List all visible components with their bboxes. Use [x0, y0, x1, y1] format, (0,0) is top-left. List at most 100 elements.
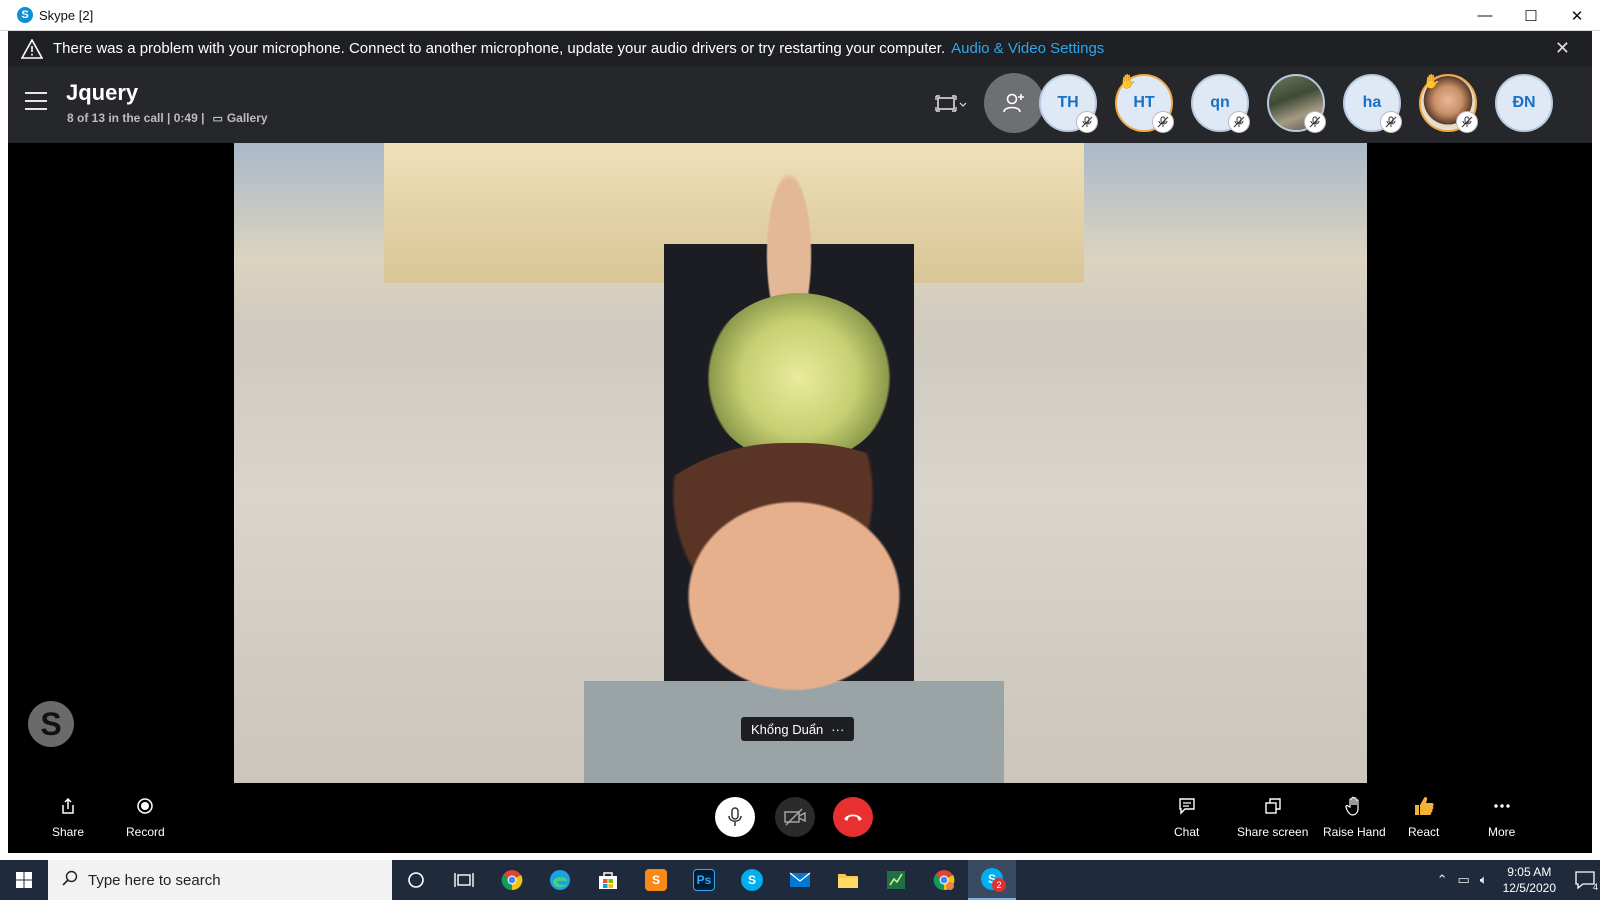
speaker-name-tag[interactable]: Khổng Duẩn ···	[741, 717, 855, 741]
add-person-icon	[1003, 93, 1024, 113]
share-screen-label: Share screen	[1237, 825, 1309, 839]
chrome-icon[interactable]	[488, 860, 536, 900]
window-controls: — ☐ ✕	[1462, 0, 1600, 31]
participant-avatar[interactable]: ha	[1343, 74, 1402, 133]
participant-avatar[interactable]: ĐN	[1495, 74, 1553, 132]
layout-switch-button[interactable]	[935, 94, 969, 114]
raised-hand-icon: ✋	[1119, 73, 1137, 89]
warning-message: There was a problem with your microphone…	[53, 40, 946, 57]
close-window-button[interactable]: ✕	[1554, 0, 1600, 31]
react-label: React	[1408, 825, 1440, 839]
speaker-name: Khổng Duẩn	[751, 721, 824, 737]
edge-icon[interactable]	[536, 860, 584, 900]
microphone-button[interactable]	[715, 797, 755, 837]
layout-icon	[935, 95, 967, 112]
clock-date: 12/5/2020	[1502, 881, 1556, 895]
minimize-button[interactable]: —	[1462, 0, 1508, 31]
call-status: 8 of 13 in the call | 0:49 | ▭ Gallery	[67, 111, 268, 125]
speaker-options-icon[interactable]: ···	[831, 722, 844, 737]
clock-time: 9:05 AM	[1507, 865, 1552, 879]
window-titlebar: S Skype [2] — ☐ ✕	[0, 0, 1600, 31]
participant-initials: qn	[1210, 94, 1230, 111]
camera-toggle-button[interactable]	[775, 797, 815, 837]
close-banner-icon[interactable]: ✕	[1555, 39, 1570, 57]
chrome-profile-icon[interactable]	[920, 860, 968, 900]
file-explorer-icon[interactable]	[824, 860, 872, 900]
warning-icon	[21, 38, 43, 59]
more-button[interactable]: More	[1488, 795, 1515, 839]
view-mode-label[interactable]: Gallery	[227, 111, 268, 125]
record-label: Record	[126, 825, 165, 839]
call-controls-bar: Share Record Chat Share screen Raise Han…	[8, 783, 1592, 853]
skype-notification-badge: 2	[992, 878, 1006, 892]
chat-button[interactable]: Chat	[1174, 795, 1199, 839]
chat-icon	[1178, 795, 1196, 817]
muted-mic-icon	[1228, 111, 1250, 133]
participant-avatar[interactable]: TH	[1039, 74, 1098, 133]
participant-initials: HT	[1133, 94, 1155, 111]
thumbs-up-icon	[1413, 795, 1435, 817]
muted-mic-icon	[1152, 111, 1174, 133]
skype-app-icon: S	[17, 7, 33, 23]
gallery-icon: ▭	[212, 112, 223, 125]
share-screen-button[interactable]: Share screen	[1237, 795, 1308, 839]
video-bouquet	[704, 293, 894, 463]
hang-up-icon	[844, 814, 862, 821]
search-icon	[62, 870, 78, 890]
chat-label: Chat	[1174, 825, 1200, 839]
sublime-text-icon[interactable]: S	[632, 860, 680, 900]
share-icon	[60, 795, 76, 817]
participant-initials: ĐN	[1512, 94, 1536, 111]
store-icon[interactable]	[584, 860, 632, 900]
skype-active-taskbar-icon[interactable]: S 2	[968, 860, 1016, 900]
cortana-icon[interactable]	[392, 860, 440, 900]
add-participant-button[interactable]	[984, 73, 1044, 133]
muted-mic-icon	[1076, 111, 1098, 133]
search-placeholder: Type here to search	[88, 871, 221, 889]
speaker-video-feed[interactable]	[234, 143, 1367, 783]
record-icon	[136, 795, 154, 817]
windows-taskbar: Type here to search S Ps S S 2 ⌃ ▭ 🔈︎ 9:…	[0, 860, 1600, 900]
notification-center-icon[interactable]: 4	[1570, 860, 1600, 900]
windows-logo-icon	[16, 872, 32, 888]
camera-off-icon	[784, 808, 806, 826]
share-screen-icon	[1264, 795, 1282, 817]
network-icon[interactable]: ▭	[1458, 872, 1470, 888]
more-label: More	[1488, 825, 1516, 839]
end-call-button[interactable]	[833, 797, 873, 837]
photoshop-icon[interactable]: Ps	[680, 860, 728, 900]
participant-photo-avatar[interactable]: ✋	[1419, 73, 1478, 133]
call-status-text: 8 of 13 in the call | 0:49 |	[67, 111, 205, 125]
notification-count: 4	[1592, 882, 1598, 892]
skype-taskbar-icon[interactable]: S	[728, 860, 776, 900]
raise-hand-button[interactable]: Raise Hand	[1323, 795, 1386, 839]
raise-hand-label: Raise Hand	[1323, 825, 1386, 839]
record-button[interactable]: Record	[126, 795, 165, 839]
menu-icon[interactable]	[25, 92, 47, 110]
participant-initials: ha	[1362, 94, 1382, 111]
audio-video-settings-link[interactable]: Audio & Video Settings	[951, 40, 1104, 57]
react-button[interactable]: React	[1408, 795, 1439, 839]
volume-icon[interactable]: 🔈︎	[1480, 872, 1488, 888]
muted-mic-icon	[1304, 111, 1326, 133]
muted-mic-icon	[1456, 111, 1478, 133]
skype-watermark-logo: S	[28, 701, 74, 747]
start-button[interactable]	[0, 860, 48, 900]
more-options-icon	[1493, 795, 1511, 817]
taskbar-search-box[interactable]: Type here to search	[48, 860, 392, 900]
participant-avatar[interactable]: qn	[1191, 74, 1250, 133]
share-button[interactable]: Share	[52, 795, 84, 839]
task-view-icon[interactable]	[440, 860, 488, 900]
maximize-button[interactable]: ☐	[1508, 0, 1554, 31]
chevron-up-icon[interactable]: ⌃	[1437, 872, 1448, 888]
muted-mic-icon	[1380, 111, 1402, 133]
participant-avatar[interactable]: ✋ HT	[1115, 73, 1174, 133]
call-title: Jquery	[66, 80, 139, 105]
clock[interactable]: 9:05 AM 12/5/2020	[1503, 864, 1556, 896]
skype-call-window: There was a problem with your microphone…	[8, 31, 1592, 853]
participant-photo-avatar[interactable]	[1267, 74, 1326, 133]
video-stage: Khổng Duẩn ··· S	[8, 143, 1592, 783]
share-label: Share	[52, 825, 85, 839]
excel-chart-icon[interactable]	[872, 860, 920, 900]
mail-icon[interactable]	[776, 860, 824, 900]
